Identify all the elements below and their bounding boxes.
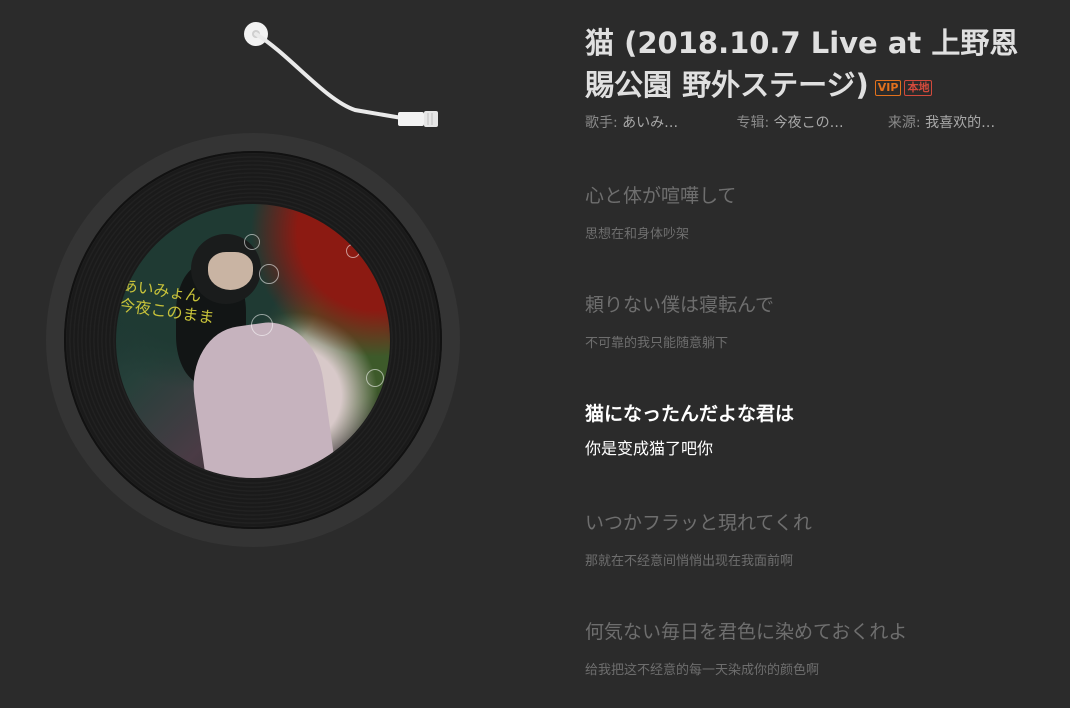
song-title-text: 猫 (2018.10.7 Live at 上野恩賜公園 野外ステージ) [585,26,1019,102]
tonearm-rod [254,32,404,120]
player-lyrics-view: あいみょん 今夜このまま 猫 (2018.10.7 Live at 上野恩賜公園… [0,0,1070,708]
cover-bubble [259,264,279,284]
cover-bubble [244,234,260,250]
album-cover: あいみょん 今夜このまま [116,204,390,478]
lyric-translation: 给我把这不经意的每一天染成你的颜色啊 [585,663,820,678]
tonearm-headshell [398,112,424,126]
turntable: あいみょん 今夜このまま [0,0,560,708]
song-title: 猫 (2018.10.7 Live at 上野恩賜公園 野外ステージ) VIP 本地 [585,22,1045,106]
lyric-original: 心と体が喧嘩して [585,185,737,207]
vip-badge: VIP [874,80,902,96]
album-label: 专辑: [736,115,770,131]
singer-link[interactable]: あいみ… [622,115,678,131]
lyric-line[interactable]: 心と体が喧嘩して 思想在和身体吵架 [585,182,1055,291]
lyric-original: 頼りない僕は寝転んで [585,294,775,316]
source-info: 来源: 我喜欢的… [888,112,1018,132]
lyric-line[interactable]: 何気ない毎日を君色に染めておくれよ 给我把这不经意的每一天染成你的颜色啊 [585,618,1055,708]
cover-figure-face [208,252,253,290]
cover-bubble [346,244,360,258]
lyric-original: 猫になったんだよな君は [585,403,795,425]
song-meta: 歌手: あいみ… 专辑: 今夜この… 来源: 我喜欢的… [585,112,1045,132]
lyric-line[interactable]: いつかフラッと現れてくれ 那就在不经意间悄悄出现在我面前啊 [585,509,1055,618]
singer-label: 歌手: [585,115,618,131]
song-info: 猫 (2018.10.7 Live at 上野恩賜公園 野外ステージ) VIP 本地… [585,22,1045,132]
cover-bubble [366,369,384,387]
local-badge: 本地 [904,80,933,96]
cover-bubble [251,314,273,336]
tonearm[interactable] [230,10,460,140]
lyric-translation: 思想在和身体吵架 [585,227,690,242]
singer-info: 歌手: あいみ… [585,112,730,132]
lyric-translation: 那就在不经意间悄悄出现在我面前啊 [585,554,794,569]
lyric-original: いつかフラッと現れてくれ [585,512,812,534]
source-link[interactable]: 我喜欢的… [925,115,995,131]
lyrics-panel[interactable]: 心と体が喧嘩して 思想在和身体吵架 頼りない僕は寝転んで 不可靠的我只能随意躺下… [585,182,1055,708]
album-link[interactable]: 今夜この… [774,115,844,131]
lyric-translation: 不可靠的我只能随意躺下 [585,336,729,351]
lyric-original: 何気ない毎日を君色に染めておくれよ [585,621,908,643]
lyric-line[interactable]: 頼りない僕は寝転んで 不可靠的我只能随意躺下 [585,291,1055,400]
source-label: 来源: [887,115,921,131]
album-info: 专辑: 今夜この… [736,112,881,132]
lyric-line[interactable]: 猫になったんだよな君は 你是变成猫了吧你 [585,400,1055,509]
lyric-translation: 你是变成猫了吧你 [585,439,714,458]
